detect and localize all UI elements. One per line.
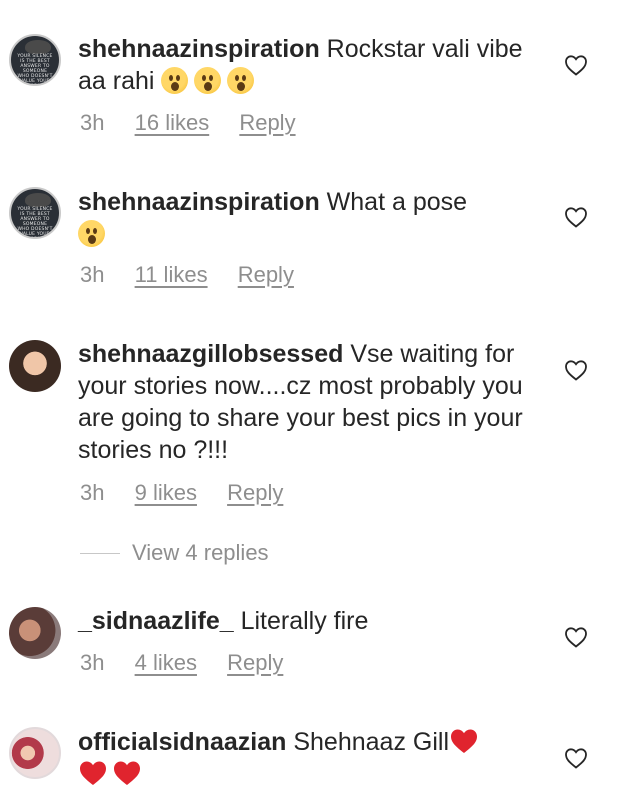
reply-button[interactable]: Reply [227,480,283,505]
avatar-figure [25,40,51,54]
comment-meta: 3h 4 likes Reply [80,650,307,676]
comment-body: Shehnaaz Gill [293,728,449,756]
comment-body: Literally fire [240,607,369,635]
heart-outline-icon[interactable] [564,359,588,381]
astonished-face-emoji [161,67,189,94]
heart-outline-icon[interactable] [564,626,588,648]
comment-time: 3h [80,650,105,675]
comment-body: What a pose [326,188,468,216]
comment-time: 3h [80,480,105,505]
reply-button[interactable]: Reply [239,110,295,135]
heart-outline-icon[interactable] [564,747,588,769]
comment-likes-link[interactable]: 16 likes [135,110,210,135]
emoji-group [161,67,260,95]
comment-likes-link[interactable]: 9 likes [135,480,197,505]
avatar[interactable] [9,607,61,659]
comment-text: officialsidnaazian Shehnaaz Gill [78,726,548,790]
red-heart-emoji [114,761,140,785]
comment-meta: 3h 16 likes Reply [80,110,320,136]
avatar[interactable] [9,340,61,392]
comment-likes-link[interactable]: 11 likes [135,262,208,287]
reply-button[interactable]: Reply [238,262,294,287]
astonished-face-emoji [194,67,222,94]
heart-outline-icon[interactable] [564,206,588,228]
heart-outline-icon[interactable] [564,54,588,76]
avatar-quote-text: YOUR SILENCE IS THE BEST ANSWER TO SOMEO… [17,54,53,84]
comment-username[interactable]: shehnaazinspiration [78,35,320,63]
astonished-face-emoji [78,220,105,247]
avatar[interactable]: YOUR SILENCE IS THE BEST ANSWER TO SOMEO… [9,34,61,86]
avatar[interactable]: YOUR SILENCE IS THE BEST ANSWER TO SOMEO… [9,187,61,239]
avatar-quote-text: YOUR SILENCE IS THE BEST ANSWER TO SOMEO… [17,207,53,237]
comment-username[interactable]: shehnaazgillobsessed [78,340,343,368]
divider [80,552,120,554]
comment-meta: 3h 11 likes Reply [80,262,318,288]
view-replies-label: View 4 replies [132,540,269,565]
comment-likes-link[interactable]: 4 likes [135,650,197,675]
comment-text: shehnaazinspiration What a pose [78,186,548,250]
comment-username[interactable]: officialsidnaazian [78,728,286,756]
comment-text: _sidnaazlife_ Literally fire [78,605,548,637]
red-heart-emoji [80,761,106,785]
comment-text: shehnaazinspiration Rockstar vali vibe a… [78,33,548,97]
comment-username[interactable]: shehnaazinspiration [78,188,320,216]
comment-meta: 3h 9 likes Reply [80,480,307,506]
reply-button[interactable]: Reply [227,650,283,675]
astonished-face-emoji [227,67,255,94]
view-replies-button[interactable]: View 4 replies [80,538,269,568]
comment-time: 3h [80,262,105,287]
avatar-figure [25,193,51,207]
comment-text: shehnaazgillobsessed Vse waiting for you… [78,338,548,466]
avatar[interactable] [9,727,61,779]
comment-time: 3h [80,110,105,135]
red-heart-emoji [451,729,477,753]
comment-username[interactable]: _sidnaazlife_ [78,607,234,635]
